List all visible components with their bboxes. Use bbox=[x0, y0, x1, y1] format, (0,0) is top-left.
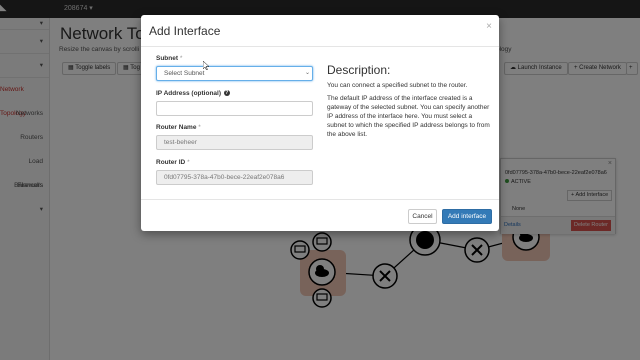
cancel-button[interactable]: Cancel bbox=[408, 209, 437, 224]
required-marker: * bbox=[198, 124, 201, 131]
router-name-label-text: Router Name bbox=[156, 124, 197, 131]
required-marker: * bbox=[179, 55, 183, 62]
router-name-field: test-beheer bbox=[156, 135, 313, 150]
subnet-select-value: Select Subnet bbox=[164, 70, 205, 77]
router-name-label: Router Name * bbox=[156, 124, 201, 131]
subnet-select[interactable]: Select Subnet ⌄ bbox=[156, 66, 313, 81]
mouse-cursor-icon bbox=[203, 61, 209, 70]
subnet-label: Subnet * bbox=[156, 55, 182, 62]
modal-close-icon[interactable]: × bbox=[486, 21, 492, 32]
required-marker: * bbox=[187, 159, 190, 166]
ip-address-label: IP Address (optional) ? bbox=[156, 90, 230, 97]
modal-footer-divider bbox=[141, 199, 499, 200]
add-interface-modal: Add Interface × Subnet * Select Subnet ⌄… bbox=[141, 15, 499, 231]
modal-header-divider bbox=[141, 46, 499, 47]
ip-address-input[interactable] bbox=[156, 101, 313, 116]
ip-address-label-text: IP Address (optional) bbox=[156, 90, 222, 97]
router-id-label: Router ID * bbox=[156, 159, 190, 166]
router-id-field: 0fd07795-378a-47b0-bece-22eaf2e078a6 bbox=[156, 170, 313, 185]
modal-title: Add Interface bbox=[149, 24, 221, 38]
description-paragraph-1: You can connect a specified subnet to th… bbox=[327, 82, 468, 89]
chevron-down-icon: ⌄ bbox=[304, 70, 310, 76]
subnet-label-text: Subnet bbox=[156, 55, 179, 62]
help-icon[interactable]: ? bbox=[223, 90, 230, 96]
description-title: Description: bbox=[327, 63, 391, 77]
router-id-label-text: Router ID bbox=[156, 159, 186, 166]
description-paragraph-2: The default IP address of the interface … bbox=[327, 95, 490, 138]
add-interface-submit-button[interactable]: Add interface bbox=[442, 209, 492, 224]
